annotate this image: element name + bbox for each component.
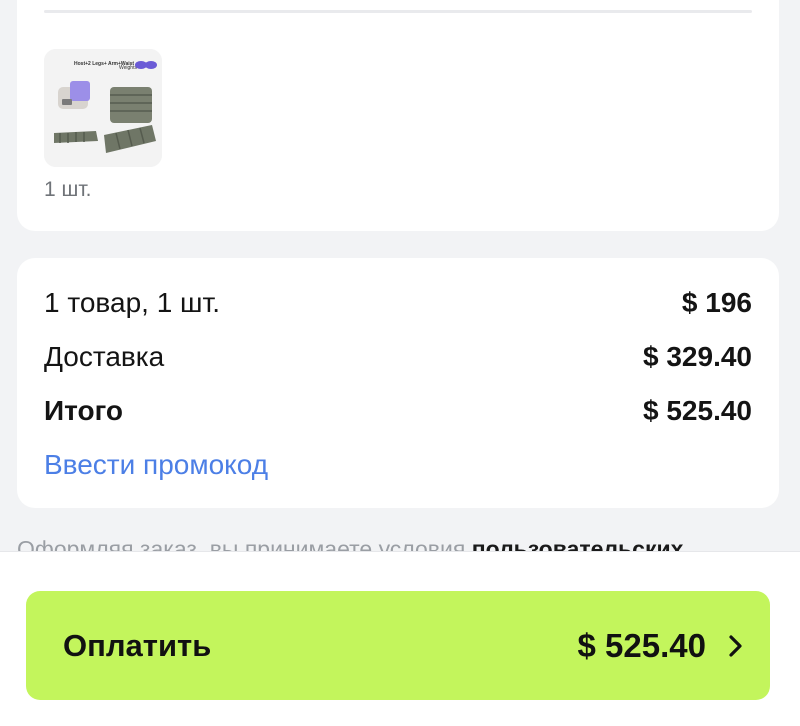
summary-row-items: 1 товар, 1 шт. $ 196 [44, 283, 752, 323]
thumbnail-caption-right: Weights [119, 65, 137, 71]
divider [44, 10, 752, 13]
order-items-card: Host+2 Legs+ Arm+Waist Weights 1 шт. [17, 0, 779, 231]
summary-row-delivery: Доставка $ 329.40 [44, 337, 752, 377]
total-label: Итого [44, 395, 123, 426]
enter-promo-code-link[interactable]: Ввести промокод [44, 445, 268, 485]
pay-button-amount-group: $ 525.40 [578, 627, 744, 665]
checkout-page: Host+2 Legs+ Arm+Waist Weights 1 шт. 1 т… [0, 0, 800, 726]
total-value: $ 525.40 [643, 395, 752, 426]
delivery-label: Доставка [44, 341, 165, 372]
summary-row-total: Итого $ 525.40 [44, 391, 752, 431]
item-quantity: 1 шт. [44, 178, 92, 201]
product-thumbnail[interactable]: Host+2 Legs+ Arm+Waist Weights [44, 49, 162, 167]
items-label: 1 товар, 1 шт. [44, 287, 221, 318]
chevron-right-icon [729, 634, 742, 657]
items-value: $ 196 [681, 287, 752, 318]
pay-button-label: Оплатить [63, 627, 212, 663]
delivery-value: $ 329.40 [643, 341, 752, 372]
sticky-footer: Оплатить $ 525.40 [0, 551, 800, 726]
pay-button-total: $ 525.40 [577, 626, 706, 664]
pay-button[interactable]: Оплатить $ 525.40 [26, 591, 770, 700]
order-summary-card: 1 товар, 1 шт. $ 196 Доставка $ 329.40 И… [17, 258, 779, 508]
